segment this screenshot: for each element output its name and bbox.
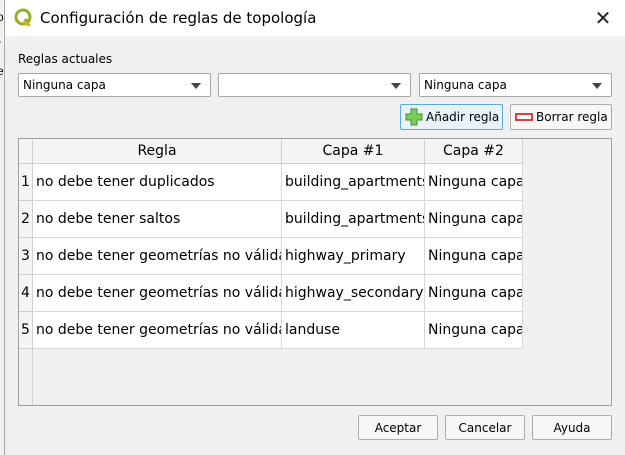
table-cell-capa2[interactable]: Ninguna capa xyxy=(425,312,523,349)
rule-layer-combo[interactable]: Ninguna capa xyxy=(18,73,211,97)
plus-icon xyxy=(405,108,423,126)
table-cell-regla[interactable]: no debe tener saltos xyxy=(33,201,282,238)
table-cell-regla[interactable]: no debe tener geometrías no válidas xyxy=(33,275,282,312)
rule-layer-combo-value: Ninguna capa xyxy=(23,78,106,92)
background-text-fragment: r xyxy=(0,37,1,51)
table-cell-capa2[interactable]: Ninguna capa xyxy=(425,164,523,201)
row-number[interactable]: 4 xyxy=(19,275,33,312)
dialog-title: Configuración de reglas de topología xyxy=(40,9,317,27)
column-header-regla[interactable]: Regla xyxy=(33,139,282,164)
table-cell-capa2[interactable]: Ninguna capa xyxy=(425,275,523,312)
qgis-logo-icon xyxy=(14,8,32,27)
second-layer-combo-value: Ninguna capa xyxy=(424,78,507,92)
close-button[interactable]: ✕ xyxy=(591,6,615,30)
add-rule-label: Añadir regla xyxy=(426,110,500,124)
row-header-filler xyxy=(19,349,33,405)
chevron-down-icon xyxy=(391,83,401,89)
close-icon: ✕ xyxy=(594,7,612,30)
table-cell-capa2[interactable]: Ninguna capa xyxy=(425,238,523,275)
delete-rule-label: Borrar regla xyxy=(536,110,608,124)
table-cell-regla[interactable]: no debe tener geometrías no válidas xyxy=(33,312,282,349)
table-cell-regla[interactable]: no debe tener duplicados xyxy=(33,164,282,201)
accept-button[interactable]: Aceptar xyxy=(358,415,438,440)
row-number[interactable]: 3 xyxy=(19,238,33,275)
second-layer-combo[interactable]: Ninguna capa xyxy=(419,73,612,97)
table-cell-capa1[interactable]: building_apartments xyxy=(282,164,425,201)
column-header-capa1[interactable]: Capa #1 xyxy=(282,139,425,164)
cancel-button[interactable]: Cancelar xyxy=(445,415,525,440)
topology-rules-dialog: Configuración de reglas de topología ✕ R… xyxy=(4,0,625,455)
add-rule-button[interactable]: Añadir regla xyxy=(400,104,503,130)
current-rules-label: Reglas actuales xyxy=(18,52,113,66)
minus-icon xyxy=(515,113,533,121)
help-button[interactable]: Ayuda xyxy=(532,415,612,440)
column-header-capa2[interactable]: Capa #2 xyxy=(425,139,523,164)
row-number[interactable]: 2 xyxy=(19,201,33,238)
row-number[interactable]: 1 xyxy=(19,164,33,201)
table-cell-regla[interactable]: no debe tener geometrías no válidas xyxy=(33,238,282,275)
table-cell-capa1[interactable]: highway_primary xyxy=(282,238,425,275)
rules-table: Regla Capa #1 Capa #2 1 no debe tener du… xyxy=(18,138,612,406)
row-number[interactable]: 5 xyxy=(19,312,33,349)
rule-type-combo[interactable] xyxy=(218,73,411,97)
table-cell-capa2[interactable]: Ninguna capa xyxy=(425,201,523,238)
corner-header[interactable] xyxy=(19,139,33,164)
table-cell-capa1[interactable]: highway_secondary xyxy=(282,275,425,312)
table-cell-capa1[interactable]: landuse xyxy=(282,312,425,349)
chevron-down-icon xyxy=(191,83,201,89)
chevron-down-icon xyxy=(592,83,602,89)
table-cell-capa1[interactable]: building_apartments xyxy=(282,201,425,238)
delete-rule-button[interactable]: Borrar regla xyxy=(510,104,612,130)
title-bar: Configuración de reglas de topología ✕ xyxy=(5,0,625,36)
